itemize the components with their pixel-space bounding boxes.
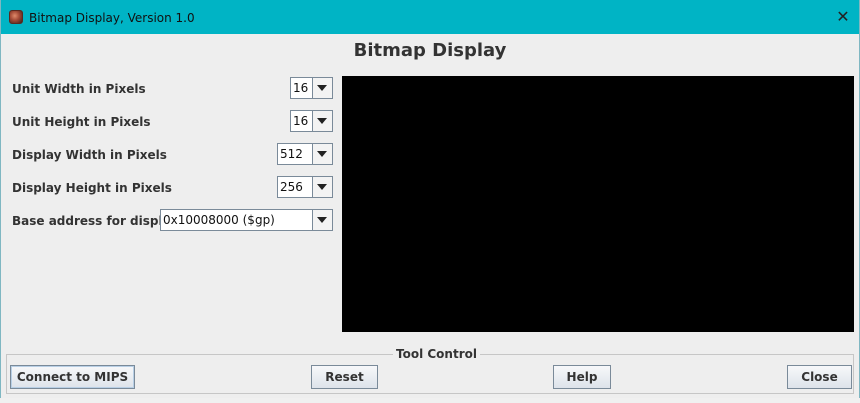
unit-height-value: 16 xyxy=(293,114,309,128)
display-width-select[interactable]: 512 xyxy=(277,143,333,165)
connect-to-mips-button[interactable]: Connect to MIPS xyxy=(10,365,135,389)
help-button[interactable]: Help xyxy=(553,365,611,389)
display-height-value: 256 xyxy=(280,180,303,194)
display-height-select[interactable]: 256 xyxy=(277,176,333,198)
chevron-down-icon xyxy=(317,184,327,190)
page-title: Bitmap Display xyxy=(353,40,507,61)
bitmap-display-window: Bitmap Display, Version 1.0 ✕ Bitmap Dis… xyxy=(0,0,860,398)
chevron-down-icon xyxy=(317,85,327,91)
unit-width-value: 16 xyxy=(293,81,309,95)
unit-height-select[interactable]: 16 xyxy=(290,110,333,132)
display-width-dropdown-button[interactable] xyxy=(312,144,332,164)
background-strip xyxy=(0,398,860,403)
display-height-label: Display Height in Pixels xyxy=(12,181,172,195)
display-width-value: 512 xyxy=(280,147,303,161)
window-title: Bitmap Display, Version 1.0 xyxy=(29,11,195,25)
unit-width-select[interactable]: 16 xyxy=(290,77,333,99)
bitmap-canvas xyxy=(342,76,854,332)
unit-height-label: Unit Height in Pixels xyxy=(12,115,151,129)
chevron-down-icon xyxy=(317,118,327,124)
unit-width-dropdown-button[interactable] xyxy=(312,78,332,98)
unit-height-dropdown-button[interactable] xyxy=(312,111,332,131)
title-bar[interactable]: Bitmap Display, Version 1.0 ✕ xyxy=(1,0,859,34)
chevron-down-icon xyxy=(317,217,327,223)
reset-button[interactable]: Reset xyxy=(311,365,378,389)
base-address-select[interactable]: 0x10008000 ($gp) xyxy=(160,209,333,231)
display-width-label: Display Width in Pixels xyxy=(12,148,167,162)
base-address-dropdown-button[interactable] xyxy=(312,210,332,230)
unit-width-label: Unit Width in Pixels xyxy=(12,82,146,96)
display-height-dropdown-button[interactable] xyxy=(312,177,332,197)
base-address-value: 0x10008000 ($gp) xyxy=(163,213,275,227)
base-address-label: Base address for display xyxy=(12,214,179,228)
chevron-down-icon xyxy=(317,151,327,157)
mars-icon xyxy=(9,10,23,24)
tool-control-legend: Tool Control xyxy=(393,347,480,361)
close-button[interactable]: Close xyxy=(787,365,852,389)
close-icon[interactable]: ✕ xyxy=(833,7,853,27)
